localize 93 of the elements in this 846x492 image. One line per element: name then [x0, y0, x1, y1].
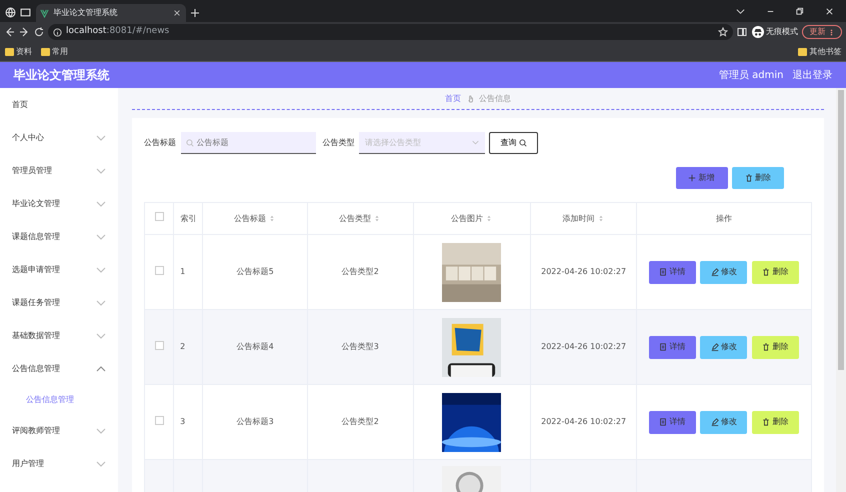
user-label: 管理员 admin — [718, 68, 784, 82]
notice-title: 公告标题5 — [236, 267, 274, 276]
folder-icon — [4, 48, 14, 56]
delete-button[interactable]: 删除 — [752, 336, 799, 358]
document-icon — [659, 343, 668, 351]
field-label: 公告类型 — [322, 137, 354, 149]
edit-button[interactable]: 修改 — [700, 336, 748, 358]
row-checkbox[interactable] — [154, 340, 164, 350]
trash-icon — [762, 343, 770, 351]
plus-icon — [688, 174, 696, 182]
reload-icon[interactable] — [34, 27, 44, 37]
sidebar-item[interactable]: 选题申请管理 — [0, 253, 118, 286]
column-header[interactable]: 公告标题 — [234, 212, 276, 224]
tab-close-icon[interactable] — [173, 9, 181, 17]
search-icon — [186, 139, 194, 147]
window-icon — [20, 7, 31, 18]
row-index: 3 — [180, 417, 186, 426]
column-header[interactable]: 添加时间 — [562, 212, 605, 224]
column-header: 操作 — [716, 212, 732, 224]
chevron-down-icon — [472, 139, 479, 146]
close-icon[interactable] — [824, 7, 834, 16]
chevron-down-icon[interactable] — [736, 7, 745, 16]
address-bar[interactable]: localhost:8081/#/news — [48, 24, 732, 40]
profile-label: 无痕模式 — [766, 26, 798, 38]
star-icon — [718, 27, 728, 37]
row-index: 1 — [180, 267, 186, 276]
delete-button[interactable]: 删除 — [752, 410, 799, 434]
bookmark[interactable]: 其他书签 — [798, 46, 842, 58]
sidebar-item[interactable]: 用户管理 — [0, 447, 118, 480]
notice-type: 公告类型3 — [342, 342, 379, 351]
edit-button[interactable]: 修改 — [700, 260, 748, 284]
browser-tab[interactable]: 毕业论文管理系统 — [36, 4, 186, 22]
field-label: 公告标题 — [144, 137, 176, 149]
notice-title: 公告标题4 — [236, 342, 274, 351]
added-time: 2022-04-26 10:02:27 — [541, 417, 626, 426]
row-checkbox[interactable] — [154, 266, 164, 274]
search-icon — [518, 139, 526, 147]
info-icon — [52, 28, 62, 36]
incognito-icon[interactable] — [752, 26, 764, 38]
app-title: 毕业论文管理系统 — [14, 67, 110, 84]
pencil-icon — [710, 418, 719, 426]
sidebar-item[interactable]: 评阅教师管理 — [0, 414, 118, 447]
url-text: localhost:8081/#/news — [66, 25, 170, 38]
row-index: 2 — [180, 342, 186, 351]
document-icon — [659, 268, 668, 276]
breadcrumb-item: 公告信息 — [479, 92, 511, 104]
sidebar-item[interactable]: 课题任务管理 — [0, 286, 118, 319]
trash-icon — [762, 418, 770, 426]
sidebar-item[interactable]: 首页 — [0, 88, 118, 121]
update-button[interactable]: 更新 — [802, 25, 842, 39]
folder-icon — [40, 48, 50, 56]
row-checkbox[interactable] — [154, 416, 164, 424]
forward-icon[interactable] — [19, 27, 29, 37]
sidebar-item[interactable]: 管理员管理 — [0, 154, 118, 187]
v-logo-icon — [40, 8, 49, 18]
hand-icon — [466, 94, 474, 103]
added-time: 2022-04-26 10:02:27 — [541, 342, 626, 351]
sidebar-item[interactable]: 基础数据管理 — [0, 319, 118, 352]
search-button[interactable]: 查询 — [489, 132, 538, 154]
title-search-field[interactable]: 公告标题 — [180, 132, 316, 154]
tab-title: 毕业论文管理系统 — [54, 7, 118, 19]
delete-button[interactable]: 删除 — [752, 260, 799, 284]
select-all-checkbox[interactable] — [154, 212, 164, 221]
logout-link[interactable]: 退出登录 — [792, 68, 832, 82]
document-icon — [659, 418, 668, 426]
column-header: 索引 — [180, 212, 196, 224]
trash-icon — [762, 268, 770, 276]
side-panel-icon[interactable] — [737, 27, 747, 37]
bookmark[interactable]: 资料 — [4, 46, 32, 58]
breadcrumb-item[interactable]: 首页 — [445, 92, 461, 104]
sidebar-subitem[interactable]: 公告信息管理 — [0, 385, 118, 414]
notice-title: 公告标题3 — [236, 417, 274, 426]
sidebar-item[interactable]: 个人中心 — [0, 121, 118, 154]
edit-button[interactable]: 修改 — [700, 410, 748, 434]
pencil-icon — [710, 343, 719, 351]
folder-icon — [798, 48, 808, 56]
notice-type: 公告类型2 — [342, 417, 379, 426]
pencil-icon — [710, 268, 719, 276]
sidebar-item[interactable]: 课题信息管理 — [0, 220, 118, 253]
globe-icon — [4, 7, 16, 18]
added-time: 2022-04-26 10:02:27 — [541, 267, 626, 276]
restore-icon[interactable] — [795, 7, 804, 16]
column-header[interactable]: 公告类型 — [339, 212, 382, 224]
notice-type: 公告类型2 — [342, 267, 379, 276]
column-header[interactable]: 公告图片 — [450, 212, 494, 224]
trash-icon — [744, 174, 753, 182]
back-icon[interactable] — [4, 27, 14, 37]
plus-icon[interactable] — [190, 8, 200, 18]
delete-button[interactable]: 删除 — [732, 167, 784, 189]
sidebar-item[interactable]: 公告信息管理 — [0, 352, 118, 385]
bookmark[interactable]: 常用 — [40, 46, 68, 58]
scrollbar[interactable] — [836, 88, 846, 492]
sidebar-item[interactable]: 毕业论文管理 — [0, 187, 118, 220]
